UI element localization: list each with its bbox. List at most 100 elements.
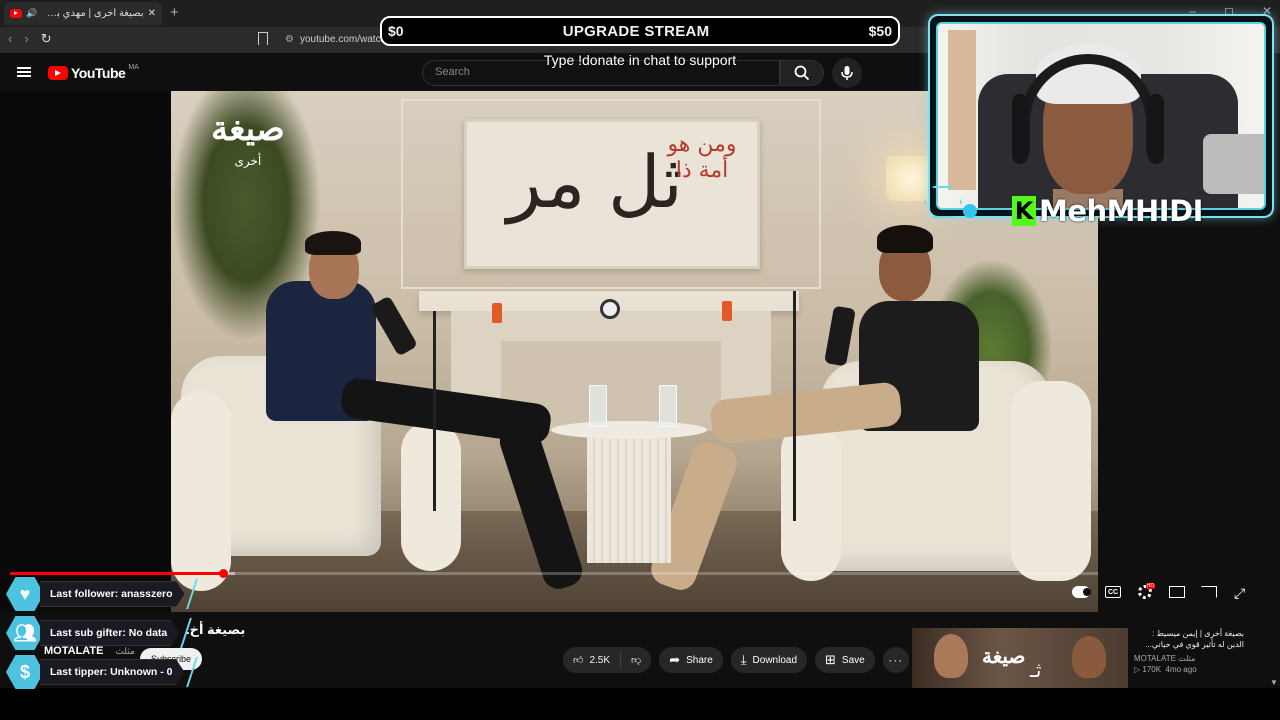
youtube-favicon-icon	[10, 9, 22, 18]
artwork-red-text: ومن هو أمة ذا	[667, 132, 737, 183]
glass-left	[589, 385, 607, 427]
webcam-sofa	[1203, 134, 1264, 194]
guest-right-hair	[877, 225, 933, 253]
recommended-video-meta: ▷ 170K 4mo ago	[1134, 665, 1197, 674]
dislike-button[interactable]: 👎︎	[621, 647, 651, 673]
like-count: 2.5K	[589, 654, 611, 666]
captions-button[interactable]: CC	[1104, 585, 1122, 599]
recommended-video-thumbnail[interactable]: صيغة ثـ	[912, 628, 1128, 688]
gear-icon: HD	[1138, 583, 1155, 599]
menu-icon[interactable]	[17, 67, 31, 77]
new-tab-button[interactable]: +	[170, 4, 179, 21]
site-info-icon[interactable]: ⚙	[285, 34, 294, 45]
download-label: Download	[752, 654, 798, 666]
headset-cup-right	[1148, 94, 1164, 164]
alert-last-tipper: $ Last tipper: Unknown - 0	[6, 655, 198, 689]
save-icon: ⊞	[825, 652, 836, 667]
navigation-buttons: ‹ › ↻	[8, 31, 52, 47]
last-tipper-text: Last tipper: Unknown - 0	[40, 659, 185, 685]
kick-logo-icon: K	[1012, 196, 1036, 226]
heart-icon: ♥	[6, 577, 44, 611]
alert-last-follower: ♥ Last follower: anasszero	[6, 577, 198, 611]
share-icon: ➦	[669, 652, 681, 667]
cast-icon	[1201, 586, 1217, 598]
guest-left-hair	[305, 231, 361, 255]
cast-button[interactable]	[1200, 585, 1218, 599]
like-dislike-group: 👍︎ 2.5K 👎︎	[563, 647, 652, 673]
region-code: MA	[128, 63, 139, 71]
scroll-down-icon[interactable]: ▼	[1270, 678, 1278, 687]
alert-last-sub-gifter: 👥︎ Last sub gifter: No data	[6, 616, 193, 650]
recommended-video-channel: MOTALATE مثلث	[1134, 654, 1196, 663]
video-actions: 👍︎ 2.5K 👎︎ ➦ Share ⤓ Download ⊞ Save ···	[563, 647, 909, 673]
youtube-play-icon	[48, 66, 68, 80]
headset-cup-left	[1012, 94, 1028, 164]
player-controls-right: CC HD ⤢	[1072, 583, 1250, 601]
users-icon: 👥︎	[6, 616, 44, 650]
clock	[600, 299, 620, 319]
last-follower-text: Last follower: anasszero	[40, 581, 185, 607]
thumb-logo-mark: ثـ	[1030, 658, 1042, 682]
side-table-base	[587, 433, 671, 563]
settings-button[interactable]: HD	[1136, 583, 1155, 599]
captions-icon: CC	[1105, 586, 1121, 598]
reload-icon[interactable]: ↻	[41, 31, 52, 47]
share-button[interactable]: ➦ Share	[659, 647, 723, 673]
calligraphy-artwork: ثل مر ومن هو أمة ذا	[464, 119, 760, 269]
fullscreen-icon: ⤢	[1234, 585, 1246, 601]
live-dot	[963, 204, 977, 218]
tab-title: بصيغة أخرى | مهدي بلال وينك...	[41, 8, 144, 19]
thumbs-down-icon: 👎︎	[631, 655, 642, 666]
donate-prompt: Type !donate in chat to support	[543, 52, 737, 68]
webcam-frame	[928, 14, 1274, 218]
save-button[interactable]: ⊞ Save	[815, 647, 875, 673]
artwork-calligraphy: ثل مر	[507, 140, 683, 224]
microphone-left	[369, 295, 419, 357]
download-button[interactable]: ⤓ Download	[730, 647, 808, 673]
recommended-video-title: بصيغة أخرى | إيمن ميسيط : الدين له تأثير…	[1145, 629, 1244, 649]
goal-current: $0	[388, 23, 404, 39]
thumb-face-right	[1072, 636, 1106, 678]
webcam-door	[948, 30, 976, 190]
armchair-right-arm	[781, 421, 841, 581]
forward-icon[interactable]: ›	[24, 31, 28, 47]
goal-title: UPGRADE STREAM	[562, 22, 710, 40]
candle-right	[722, 301, 732, 321]
more-actions-button[interactable]: ···	[882, 647, 909, 673]
dollar-icon: $	[6, 655, 44, 689]
progress-played	[10, 572, 223, 575]
show-logo-sub: أخرى	[234, 154, 262, 168]
like-button[interactable]: 👍︎ 2.5K	[563, 647, 620, 673]
close-tab-icon[interactable]: ✕	[148, 8, 156, 19]
youtube-wordmark: YouTube	[71, 65, 126, 81]
side-table-top	[551, 421, 707, 439]
thumbs-up-icon: 👍︎	[573, 655, 584, 666]
audio-icon[interactable]: 🔊	[26, 8, 37, 19]
progress-scrubber[interactable]	[219, 569, 228, 578]
recommended-views: 170K	[1142, 665, 1162, 674]
save-label: Save	[841, 654, 865, 666]
back-icon[interactable]: ‹	[8, 31, 12, 47]
mic-stand-left	[433, 311, 436, 511]
show-logo-main: صيغة	[211, 109, 285, 149]
recommended-age: 4mo ago	[1165, 665, 1197, 674]
browser-tab[interactable]: 🔊 بصيغة أخرى | مهدي بلال وينك... ✕	[4, 2, 162, 25]
theater-mode-button[interactable]	[1168, 585, 1186, 599]
youtube-logo[interactable]: YouTube MA	[48, 63, 139, 81]
recommended-video-info[interactable]: بصيغة أخرى | إيمن ميسيط : الدين له تأثير…	[1134, 628, 1274, 675]
autoplay-toggle[interactable]	[1072, 585, 1091, 599]
bookmark-icon[interactable]	[258, 32, 268, 45]
mic-stand-right	[793, 291, 796, 521]
armchair-left-arm2	[401, 421, 461, 571]
thumb-logo: صيغة	[982, 644, 1026, 668]
streamer-nameplate: K MehMHIDI	[1012, 194, 1203, 228]
webcam-feed	[936, 22, 1266, 210]
autoplay-toggle-icon	[1072, 586, 1091, 598]
taskbar	[0, 688, 1280, 720]
fullscreen-button[interactable]: ⤢	[1232, 585, 1250, 601]
last-sub-gifter-text: Last sub gifter: No data	[40, 620, 180, 646]
streamer-name: MehMHIDI	[1039, 194, 1203, 228]
theater-icon	[1169, 586, 1185, 598]
hd-badge-icon: HD	[1145, 583, 1155, 589]
glass-right	[659, 385, 677, 427]
